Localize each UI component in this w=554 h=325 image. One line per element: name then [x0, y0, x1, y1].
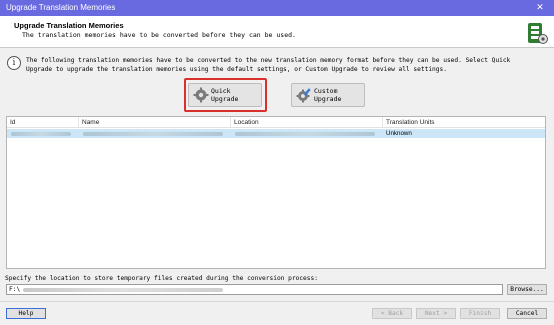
- column-location[interactable]: Location: [231, 117, 383, 128]
- close-icon[interactable]: ✕: [526, 0, 554, 16]
- next-button[interactable]: Next >: [416, 308, 456, 319]
- browse-button[interactable]: Browse...: [507, 284, 547, 295]
- custom-upgrade-label: Custom Upgrade: [314, 87, 342, 103]
- column-id[interactable]: Id: [7, 117, 79, 128]
- column-translation-units[interactable]: Translation Units: [383, 117, 545, 128]
- custom-upgrade-button[interactable]: Custom Upgrade: [291, 83, 365, 107]
- redacted-name: [83, 132, 223, 136]
- quick-upgrade-label: Quick Upgrade: [211, 87, 239, 103]
- table-row[interactable]: Unknown: [7, 129, 545, 138]
- translation-units-cell: Unknown: [386, 130, 412, 137]
- finish-button[interactable]: Finish: [460, 308, 500, 319]
- cancel-button[interactable]: Cancel: [507, 308, 547, 319]
- title-bar: Upgrade Translation Memories ✕: [0, 0, 554, 16]
- gear-icon: [193, 87, 209, 103]
- wizard-header: Upgrade Translation Memories The transla…: [0, 16, 554, 48]
- quick-upgrade-button[interactable]: Quick Upgrade: [188, 83, 262, 107]
- temp-location-field[interactable]: F:\: [6, 284, 503, 295]
- back-button[interactable]: < Back: [372, 308, 412, 319]
- temp-location-value: F:\: [9, 286, 21, 293]
- column-name[interactable]: Name: [79, 117, 231, 128]
- translation-memory-logo-icon: [528, 23, 548, 44]
- table-header: Id Name Location Translation Units: [7, 117, 545, 128]
- info-icon: i: [7, 56, 21, 70]
- redacted-path: [23, 288, 223, 292]
- temp-location-label: Specify the location to store temporary …: [5, 275, 318, 282]
- page-title: Upgrade Translation Memories: [14, 21, 124, 30]
- footer-divider: [0, 301, 554, 302]
- info-message: The following translation memories have …: [26, 57, 511, 73]
- window-title: Upgrade Translation Memories: [6, 3, 116, 12]
- translation-memories-table[interactable]: Id Name Location Translation Units Unkno…: [6, 116, 546, 269]
- help-button[interactable]: Help: [6, 308, 46, 319]
- redacted-location: [235, 132, 375, 136]
- gear-pencil-icon: [296, 88, 311, 103]
- page-subtitle: The translation memories have to be conv…: [22, 31, 296, 39]
- redacted-id: [11, 132, 71, 136]
